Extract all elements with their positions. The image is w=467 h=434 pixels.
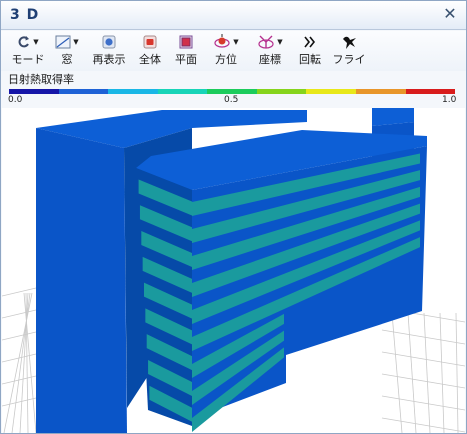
left-tower-front <box>36 128 127 433</box>
mode-button[interactable]: ▼ モード <box>10 33 46 69</box>
chevron-down-icon[interactable]: ▼ <box>233 38 238 46</box>
grid-line <box>381 395 465 411</box>
plan-view-icon <box>179 35 193 49</box>
scale-color-segment <box>306 89 356 94</box>
fly-button[interactable]: フライ <box>331 33 367 69</box>
grid-line <box>423 312 431 433</box>
coordinates-label: 座標 <box>259 53 281 66</box>
window-label: 窓 <box>61 53 73 66</box>
grid-line <box>391 312 403 433</box>
color-scale-bar <box>9 89 456 94</box>
fit-all-label: 全体 <box>139 53 161 66</box>
chevron-down-icon[interactable]: ▼ <box>277 38 282 46</box>
scale-ticks: 0.0 0.5 1.0 <box>1 95 466 107</box>
window-title: 3 D <box>10 7 40 23</box>
mode-icon <box>18 36 30 48</box>
close-icon[interactable]: ✕ <box>442 6 458 22</box>
grid-line <box>381 351 465 367</box>
coordinates-button[interactable]: ▼ 座標 <box>252 33 288 69</box>
scale-min-label: 0.0 <box>8 95 23 105</box>
scale-mid-label: 0.5 <box>224 95 239 105</box>
grid-line <box>381 417 465 433</box>
building-model[interactable] <box>2 108 465 433</box>
grid-line <box>455 312 459 433</box>
rotate-label: 回転 <box>299 53 321 66</box>
window-button[interactable]: ▼ 窓 <box>53 33 81 69</box>
grid-line <box>2 331 37 341</box>
scale-color-segment <box>355 89 406 94</box>
window-icon <box>55 35 71 49</box>
mode-label: モード <box>11 53 45 66</box>
grid-line <box>2 287 37 297</box>
coordinates-icon <box>258 35 274 49</box>
grid-line <box>439 312 445 433</box>
chevron-down-icon[interactable]: ▼ <box>73 38 78 46</box>
orientation-button[interactable]: ▼ 方位 <box>208 33 244 69</box>
viewer-window: 3 D ✕ ▼ モード ▼ 窓 再表示 全体 平面 ▼ 方位 ▼ 座標 回転 フ… <box>0 0 467 434</box>
grid-line <box>407 312 417 433</box>
redisplay-icon <box>102 35 116 49</box>
orientation-label: 方位 <box>215 53 237 66</box>
scale-color-segment <box>9 89 59 94</box>
scale-color-segment <box>108 89 158 94</box>
plan-view-button[interactable]: 平面 <box>171 33 201 69</box>
title-bar: 3 D ✕ <box>1 1 466 30</box>
scale-color-segment <box>207 89 257 94</box>
scale-max-label: 1.0 <box>442 95 457 105</box>
grid-line <box>2 397 37 407</box>
fit-all-icon <box>143 35 157 49</box>
redisplay-button[interactable]: 再表示 <box>90 33 128 69</box>
orientation-icon <box>214 34 230 48</box>
scale-color-segment <box>157 89 208 94</box>
rotate-button[interactable]: 回転 <box>295 33 325 69</box>
scale-color-segment <box>58 89 109 94</box>
redisplay-label: 再表示 <box>92 53 126 66</box>
toolbar: ▼ モード ▼ 窓 再表示 全体 平面 ▼ 方位 ▼ 座標 回転 フライ <box>1 31 466 71</box>
grid-line <box>23 292 37 433</box>
rotate-icon <box>304 36 316 48</box>
scale-color-segment <box>256 89 307 94</box>
fit-all-button[interactable]: 全体 <box>135 33 165 69</box>
scale-color-segment <box>405 89 456 94</box>
plan-view-label: 平面 <box>175 53 197 66</box>
legend-title: 日射熱取得率 <box>8 73 74 86</box>
3d-viewport[interactable] <box>2 108 465 433</box>
grid-line <box>381 373 465 389</box>
chevron-down-icon[interactable]: ▼ <box>33 38 38 46</box>
fly-label: フライ <box>332 53 366 66</box>
grid-line <box>2 309 37 319</box>
fly-icon <box>343 36 356 49</box>
